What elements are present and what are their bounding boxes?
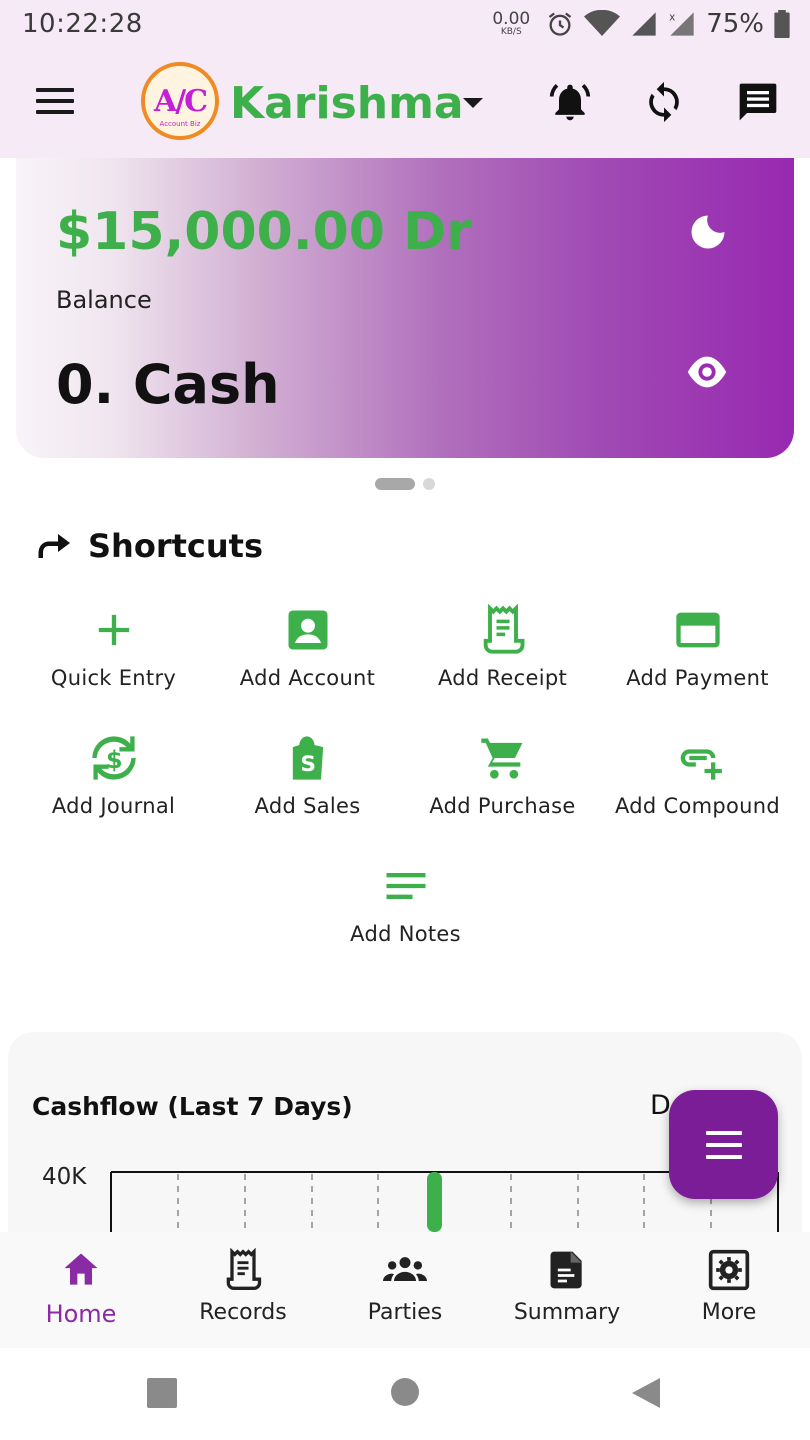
y-tick-label: 40K bbox=[42, 1164, 87, 1190]
company-name[interactable]: Karishma bbox=[230, 78, 464, 129]
signal-icon bbox=[632, 12, 656, 36]
battery-percent: 75% bbox=[706, 9, 764, 39]
account-name: 0. Cash bbox=[56, 353, 280, 416]
nav-more[interactable]: More bbox=[648, 1232, 810, 1348]
home-system-button[interactable] bbox=[391, 1378, 419, 1406]
receipt-icon bbox=[483, 604, 524, 654]
balance-label: Balance bbox=[56, 286, 152, 314]
shortcut-add-sales[interactable]: S Add Sales bbox=[210, 732, 405, 842]
status-time: 10:22:28 bbox=[22, 9, 143, 39]
shortcut-label: Add Notes bbox=[350, 922, 461, 946]
company-logo[interactable]: A/C Account Biz bbox=[141, 62, 219, 140]
shortcut-add-account[interactable]: Add Account bbox=[210, 604, 405, 714]
svg-text:x: x bbox=[669, 12, 675, 24]
shortcut-add-journal[interactable]: $ Add Journal bbox=[16, 732, 211, 842]
nav-records[interactable]: Records bbox=[162, 1232, 324, 1348]
chart-gridlines bbox=[177, 1174, 712, 1232]
back-button[interactable] bbox=[630, 1376, 662, 1410]
message-icon[interactable] bbox=[736, 80, 780, 124]
shortcut-add-purchase[interactable]: Add Purchase bbox=[405, 732, 600, 842]
net-speed-value: 0.00 bbox=[492, 9, 531, 29]
nav-parties[interactable]: Parties bbox=[324, 1232, 486, 1348]
cashflow-title: Cashflow (Last 7 Days) bbox=[32, 1092, 353, 1121]
forward-arrow-icon bbox=[38, 534, 70, 558]
credit-card-icon bbox=[675, 612, 720, 648]
shortcut-label: Add Receipt bbox=[437, 666, 568, 690]
notes-icon bbox=[386, 873, 425, 899]
shortcut-label: Add Account bbox=[239, 666, 376, 690]
signal-no-data-icon: x bbox=[669, 12, 694, 36]
nav-label: More bbox=[701, 1300, 757, 1325]
logo-subtext: Account Biz bbox=[159, 120, 201, 128]
sync-icon[interactable] bbox=[642, 80, 686, 124]
show-balance-eye-icon[interactable] bbox=[684, 352, 730, 392]
app-bar: A/C Account Biz Karishma bbox=[0, 48, 810, 158]
shortcut-add-receipt[interactable]: Add Receipt bbox=[405, 604, 600, 714]
net-speed: 0.00 KB/S bbox=[492, 11, 530, 37]
company-dropdown-icon[interactable] bbox=[463, 98, 483, 108]
shortcut-label: Add Purchase bbox=[429, 794, 576, 818]
alarm-icon bbox=[549, 12, 572, 36]
status-icons: 0.00 KB/S x 75% bbox=[492, 9, 790, 39]
recents-button[interactable] bbox=[147, 1378, 177, 1408]
account-box-icon bbox=[288, 610, 327, 650]
cashflow-period-label[interactable]: D bbox=[650, 1090, 671, 1121]
system-nav-bar bbox=[0, 1348, 810, 1440]
svg-text:$: $ bbox=[105, 746, 122, 774]
dark-mode-moon-icon[interactable] bbox=[686, 210, 730, 254]
nav-label: Summary bbox=[513, 1300, 621, 1325]
status-bar: 10:22:28 0.00 KB/S x 75% bbox=[0, 0, 810, 48]
add-link-icon bbox=[680, 749, 722, 780]
shortcut-label: Add Compound bbox=[614, 794, 781, 818]
net-speed-unit: KB/S bbox=[500, 27, 522, 37]
shortcuts-title: Shortcuts bbox=[88, 527, 263, 565]
records-icon bbox=[226, 1248, 262, 1290]
shortcut-label: Add Sales bbox=[254, 794, 361, 818]
shortcut-label: Quick Entry bbox=[50, 666, 177, 690]
chart-bar[interactable] bbox=[427, 1172, 442, 1232]
summary-icon bbox=[550, 1251, 582, 1289]
battery-icon bbox=[774, 10, 790, 38]
nav-home[interactable]: Home bbox=[0, 1232, 162, 1348]
hamburger-menu-icon[interactable] bbox=[36, 88, 74, 118]
cart-icon bbox=[480, 738, 522, 779]
carousel-dot-active[interactable] bbox=[375, 478, 415, 490]
nav-summary[interactable]: Summary bbox=[486, 1232, 648, 1348]
nav-label: Parties bbox=[367, 1300, 443, 1325]
fab-menu-icon bbox=[705, 1127, 742, 1163]
nav-label: Home bbox=[45, 1300, 117, 1328]
plus-icon bbox=[98, 614, 129, 646]
balance-amount: $15,000.00 Dr bbox=[56, 202, 472, 262]
shortcut-add-payment[interactable]: Add Payment bbox=[600, 604, 795, 714]
notification-bell-icon[interactable] bbox=[548, 80, 592, 124]
carousel-indicator bbox=[375, 478, 435, 490]
bottom-nav: Home Records Parties Summary More bbox=[0, 1232, 810, 1348]
shortcut-quick-entry[interactable]: Quick Entry bbox=[16, 604, 211, 714]
currency-exchange-icon: $ bbox=[91, 736, 136, 780]
people-icon bbox=[383, 1257, 427, 1281]
shortcut-label: Add Journal bbox=[51, 794, 176, 818]
shopping-bag-icon: S bbox=[292, 736, 323, 780]
nav-label: Records bbox=[199, 1300, 287, 1325]
shortcut-label: Add Payment bbox=[626, 666, 769, 690]
fab-menu-button[interactable] bbox=[669, 1090, 778, 1199]
carousel-dot[interactable] bbox=[423, 478, 435, 490]
shortcut-add-compound[interactable]: Add Compound bbox=[600, 732, 795, 842]
shortcut-add-notes[interactable]: Add Notes bbox=[308, 860, 503, 970]
home-icon bbox=[64, 1253, 98, 1285]
wifi-icon bbox=[584, 10, 621, 36]
svg-text:S: S bbox=[300, 752, 316, 777]
logo-text: A/C bbox=[153, 83, 208, 119]
balance-card[interactable]: $15,000.00 Dr Balance 0. Cash bbox=[16, 158, 794, 458]
shortcuts-header: Shortcuts bbox=[36, 527, 263, 565]
settings-icon bbox=[708, 1249, 750, 1291]
